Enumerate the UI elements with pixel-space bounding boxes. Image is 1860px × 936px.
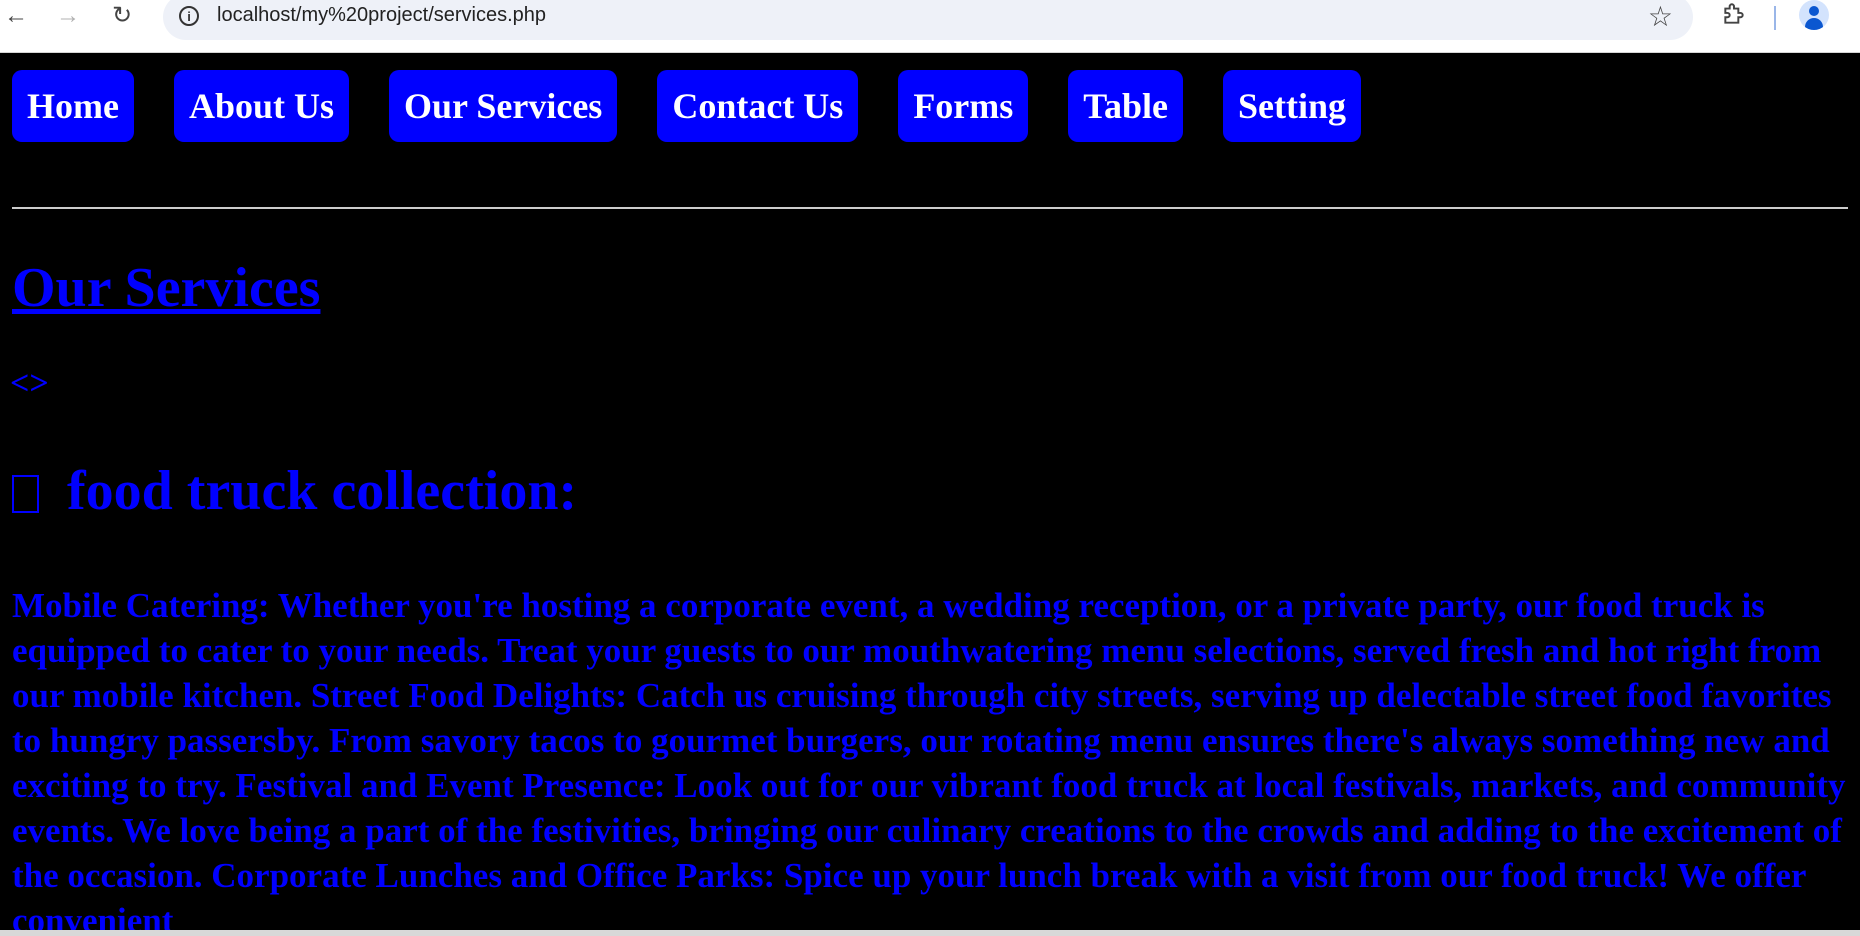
- toolbar-divider: [1774, 6, 1776, 30]
- page-content: Home About Us Our Services Contact Us Fo…: [0, 53, 1860, 930]
- horizontal-rule: [12, 207, 1848, 209]
- puzzle-icon: [1724, 3, 1744, 24]
- nav-setting[interactable]: Setting: [1223, 70, 1361, 142]
- back-button[interactable]: ←: [0, 0, 32, 32]
- nav-contact-us[interactable]: Contact Us: [657, 70, 859, 142]
- nav-forms[interactable]: Forms: [898, 70, 1029, 142]
- url-text[interactable]: localhost/my%20project/services.php: [217, 4, 546, 27]
- profile-button[interactable]: [1799, 0, 1829, 30]
- section-heading: food truck collection:: [12, 459, 577, 523]
- info-icon[interactable]: i: [179, 6, 199, 26]
- missing-glyph-icon: [12, 475, 39, 513]
- browser-toolbar: ← → ↻ i localhost/my%20project/services.…: [0, 0, 1860, 53]
- section-heading-text: food truck collection:: [67, 460, 578, 522]
- star-icon[interactable]: ☆: [1648, 0, 1673, 33]
- extensions-button[interactable]: [1720, 0, 1748, 28]
- services-paragraph: Mobile Catering: Whether you're hosting …: [12, 586, 1846, 930]
- reload-icon: ↻: [111, 2, 133, 29]
- arrow-left-icon: ←: [4, 2, 28, 29]
- arrow-right-icon: →: [56, 2, 80, 29]
- reload-button[interactable]: ↻: [106, 0, 138, 32]
- window-bottom-edge: [0, 930, 1860, 936]
- main-nav: Home About Us Our Services Contact Us Fo…: [12, 70, 1401, 142]
- nav-our-services[interactable]: Our Services: [389, 70, 618, 142]
- address-bar[interactable]: i localhost/my%20project/services.php ☆: [163, 0, 1693, 40]
- nav-about-us[interactable]: About Us: [173, 70, 350, 142]
- nav-table[interactable]: Table: [1068, 70, 1183, 142]
- code-glyph: <>: [10, 365, 49, 402]
- forward-button[interactable]: →: [52, 0, 84, 32]
- page-title[interactable]: Our Services: [12, 256, 320, 320]
- nav-home[interactable]: Home: [12, 70, 134, 142]
